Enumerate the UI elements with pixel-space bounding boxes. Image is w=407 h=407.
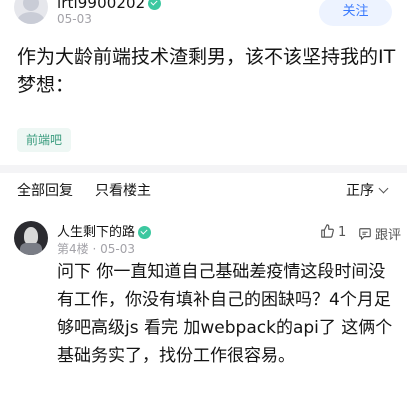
- reply-body: 问下 你一直知道自己基础差疫情这段时间没有工作，你没有填补自己的困缺吗？4个月足…: [57, 262, 393, 366]
- thumbs-up-icon: [321, 224, 334, 238]
- reply-item: 人生剩下的路 第4楼 · 05-03 1 跟评 问下 你一直知道自己基础差疫情这…: [0, 215, 407, 407]
- reply-author-name[interactable]: 人生剩下的路: [57, 225, 135, 240]
- check-badge-icon: [138, 226, 152, 239]
- tab-owner-only[interactable]: 只看楼主: [95, 180, 151, 200]
- like-count: 1: [338, 225, 347, 240]
- reply-floor: 第4楼: [57, 242, 89, 256]
- author-avatar[interactable]: [14, 0, 48, 24]
- like-button[interactable]: 1: [320, 224, 346, 240]
- reply-sort-bar: 全部回复 只看楼主 正序: [0, 173, 407, 211]
- meta-separator: ·: [92, 242, 97, 256]
- post-title: 作为大龄前端技术渣剩男，该不该坚持我的IT梦想：: [17, 46, 396, 96]
- post-header: lrtl9900202 05-03 关注: [0, 0, 407, 34]
- reply-date: 05-03: [100, 242, 135, 256]
- reply-author-avatar[interactable]: [14, 221, 48, 255]
- reply-label: 跟评: [375, 228, 402, 243]
- author-name-row[interactable]: lrtl9900202: [57, 0, 162, 12]
- chevron-down-icon: [378, 183, 389, 194]
- reply-author-row[interactable]: 人生剩下的路: [57, 221, 152, 240]
- reply-button[interactable]: 跟评: [358, 224, 401, 243]
- tab-all-replies[interactable]: 全部回复: [17, 180, 73, 200]
- reply-icon: [359, 228, 371, 240]
- check-badge-icon: [148, 0, 162, 10]
- reply-meta: 第4楼 · 05-03: [57, 240, 135, 257]
- forum-tag[interactable]: 前端吧: [17, 128, 72, 152]
- section-divider: [0, 165, 407, 173]
- post-date: 05-03: [57, 12, 92, 26]
- sort-order-dropdown[interactable]: 正序: [346, 180, 389, 200]
- sort-order-label: 正序: [346, 183, 374, 199]
- author-name[interactable]: lrtl9900202: [57, 0, 145, 12]
- follow-button[interactable]: 关注: [319, 0, 392, 26]
